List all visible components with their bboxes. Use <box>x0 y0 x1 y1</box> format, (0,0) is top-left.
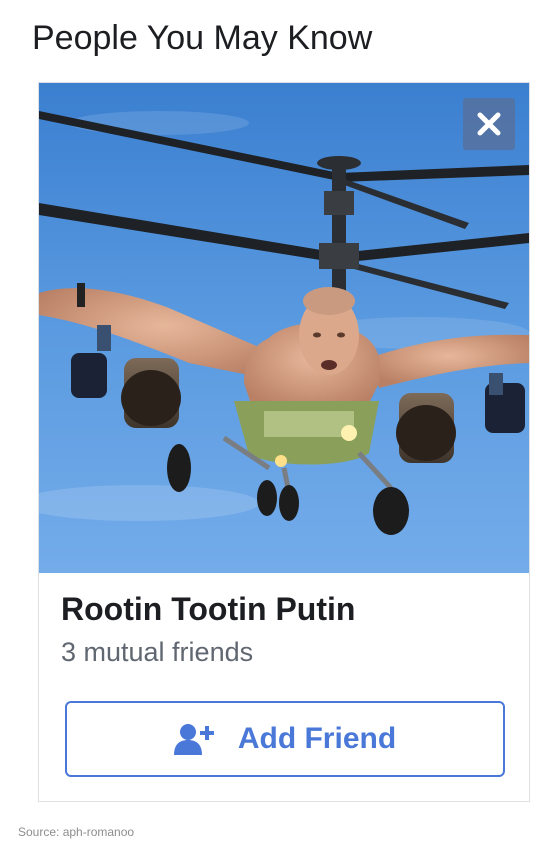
mutual-friends-count: 3 mutual friends <box>61 637 254 667</box>
profile-photo-image <box>39 83 529 573</box>
page: People You May Know Rootin Tootin Putin … <box>0 0 537 854</box>
add-friend-button[interactable]: Add Friend <box>65 701 505 777</box>
suggestion-info: Rootin Tootin Putin 3 mutual friends Add… <box>39 573 529 801</box>
suggestion-card: Rootin Tootin Putin 3 mutual friends Add… <box>38 82 530 802</box>
source-credit: Source: aph-romanoo <box>18 825 135 839</box>
profile-photo[interactable] <box>39 83 529 573</box>
add-friend-label: Add Friend <box>237 722 397 755</box>
add-person-icon <box>173 724 214 755</box>
close-icon <box>477 112 501 136</box>
close-button[interactable] <box>463 98 515 150</box>
person-name[interactable]: Rootin Tootin Putin <box>61 589 355 629</box>
section-title: People You May Know <box>32 19 373 57</box>
